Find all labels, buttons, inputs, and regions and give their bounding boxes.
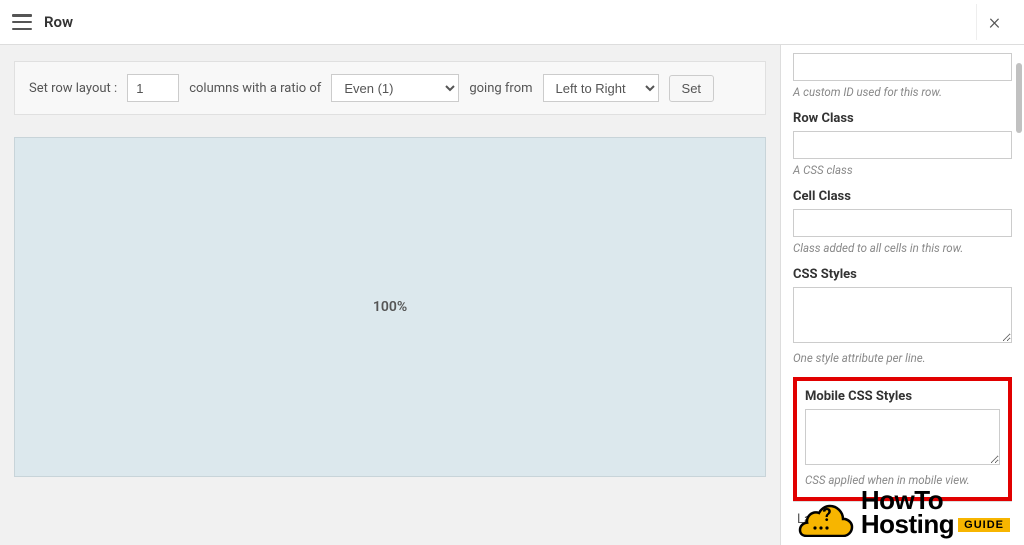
toolbar-label-prefix: Set row layout : — [29, 81, 117, 96]
mobile-css-textarea[interactable] — [805, 409, 1000, 465]
scrollbar[interactable] — [1014, 45, 1022, 545]
mobile-css-highlight: Mobile CSS Styles CSS applied when in mo… — [793, 377, 1012, 501]
layout-section-toggle[interactable]: Layout — [793, 501, 1012, 537]
columns-count-input[interactable] — [127, 74, 179, 102]
cell-class-input[interactable] — [793, 209, 1012, 237]
custom-id-hint: A custom ID used for this row. — [793, 85, 1012, 99]
row-preview[interactable]: 100% — [14, 137, 766, 477]
close-icon[interactable]: × — [976, 4, 1012, 40]
direction-select[interactable]: Left to Right — [543, 74, 659, 102]
css-styles-hint: One style attribute per line. — [793, 351, 1012, 365]
dialog-header: Row × — [0, 0, 1024, 45]
row-class-label: Row Class — [793, 111, 1012, 126]
custom-id-input[interactable] — [793, 53, 1012, 81]
settings-sidebar: A custom ID used for this row. Row Class… — [780, 45, 1024, 545]
set-button[interactable]: Set — [669, 75, 715, 102]
custom-id-field: A custom ID used for this row. — [793, 53, 1012, 99]
css-styles-textarea[interactable] — [793, 287, 1012, 343]
css-styles-label: CSS Styles — [793, 267, 1012, 282]
css-styles-field: CSS Styles One style attribute per line. — [793, 267, 1012, 365]
mobile-css-field: Mobile CSS Styles CSS applied when in mo… — [805, 389, 1000, 487]
mobile-css-label: Mobile CSS Styles — [805, 389, 1000, 404]
cell-class-hint: Class added to all cells in this row. — [793, 241, 1012, 255]
mobile-css-hint: CSS applied when in mobile view. — [805, 473, 1000, 487]
dialog-title: Row — [44, 13, 73, 31]
toolbar-label-ratio: columns with a ratio of — [189, 81, 321, 96]
row-class-input[interactable] — [793, 131, 1012, 159]
main-panel: Set row layout : columns with a ratio of… — [0, 45, 780, 545]
cell-class-label: Cell Class — [793, 189, 1012, 204]
toolbar-label-going: going from — [469, 81, 532, 96]
ratio-select[interactable]: Even (1) — [331, 74, 459, 102]
row-class-field: Row Class A CSS class — [793, 111, 1012, 177]
cell-class-field: Cell Class Class added to all cells in t… — [793, 189, 1012, 255]
row-class-hint: A CSS class — [793, 163, 1012, 177]
header-left: Row — [12, 13, 73, 31]
preview-cell-label: 100% — [373, 299, 407, 315]
menu-icon[interactable] — [12, 14, 32, 30]
row-layout-toolbar: Set row layout : columns with a ratio of… — [14, 61, 766, 115]
